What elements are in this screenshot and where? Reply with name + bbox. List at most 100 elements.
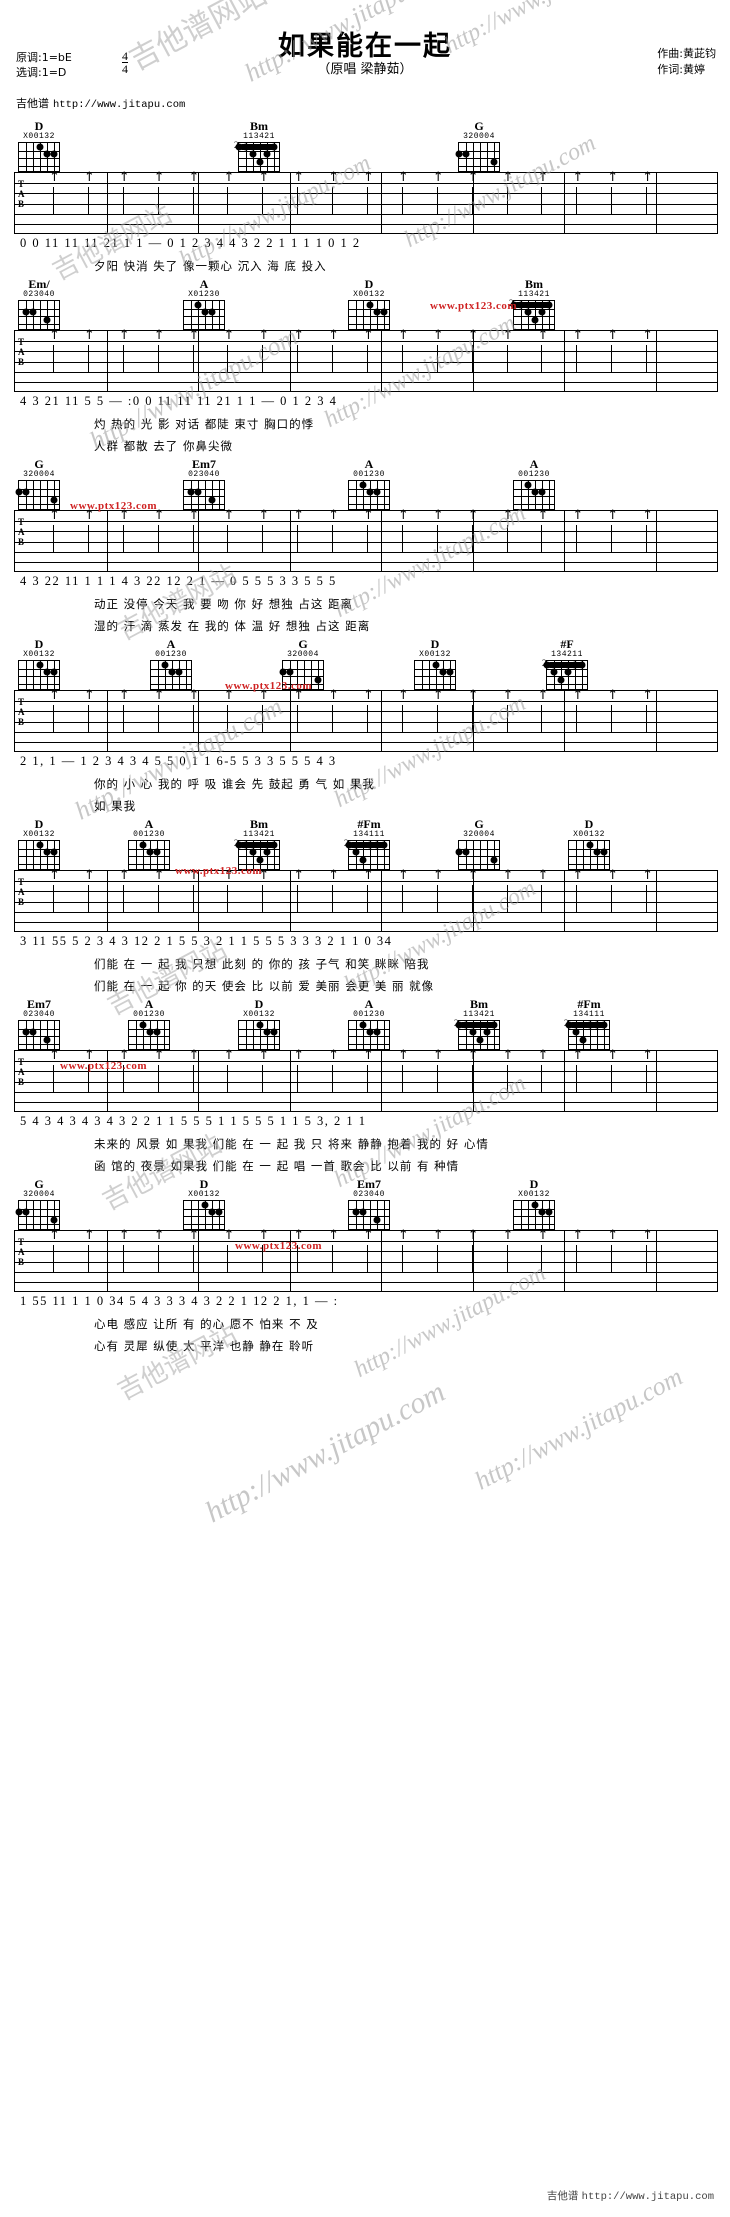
- strum-arrow: ↑: [432, 868, 444, 883]
- strum-arrow: ↑: [153, 1228, 165, 1243]
- chord-fingering: X00132: [419, 650, 451, 659]
- watermark-red-text: www.ptx123.com: [225, 680, 313, 692]
- chord-name: A: [199, 277, 209, 291]
- chord-name: A: [144, 817, 154, 831]
- numbered-notation-row: 0 0 11 11 11 21 1 1 — 0 1 2 3 4 4 3 2 2 …: [14, 234, 718, 256]
- chord-diagram-row: D X00132 Bm 113421 2 G 320004: [0, 120, 730, 172]
- strum-arrow: ↑: [642, 508, 654, 523]
- note-stem: [611, 1065, 613, 1093]
- watermark-red-text: www.ptx123.com: [235, 1240, 323, 1252]
- chord-diagram-A: A 001230: [340, 458, 398, 510]
- lyric-row: 心电 感应 让所 有 的心 愿不 怕来 不 及: [14, 1314, 718, 1336]
- note-stem: [646, 1245, 648, 1273]
- note-stem: [87, 525, 89, 553]
- strum-arrow: ↑: [397, 508, 409, 523]
- strum-arrow: ↑: [328, 328, 340, 343]
- lyric-line-1: 夕阳 快消 失了 像一颗心 沉入 海 底 投入: [94, 259, 327, 273]
- tab-staff-wrapper: T A B ↑ ↑ ↑ ↑ ↑ ↑ ↑ ↑ ↑ ↑ ↑ ↑ ↑ ↑ ↑ ↑ ↑ ↑: [14, 688, 718, 752]
- chord-base-fret: 2: [234, 140, 239, 150]
- chord-diagram-D: D X00132: [175, 1178, 233, 1230]
- tab-staff: T A B ↑ ↑ ↑ ↑ ↑ ↑ ↑ ↑ ↑ ↑ ↑ ↑ ↑ ↑ ↑ ↑ ↑ ↑: [14, 688, 718, 752]
- chord-name: #F: [560, 637, 574, 651]
- chord-diagram-A: A 001230: [142, 638, 200, 690]
- note-stem: [227, 187, 229, 215]
- chord-fretboard: [455, 142, 500, 172]
- note-stem: [122, 705, 124, 733]
- bar-line: [289, 331, 291, 391]
- chord-name: D: [254, 997, 264, 1011]
- note-stem: [53, 187, 54, 215]
- chord-fingering: 113421: [463, 1010, 495, 1019]
- tab-clef-label: TAB: [18, 697, 26, 727]
- note-stem: [262, 187, 264, 215]
- chord-base-fret: 2: [454, 1018, 459, 1028]
- chord-name: G: [34, 1177, 44, 1191]
- chord-name: D: [364, 277, 374, 291]
- lyric-line-1: 未来的 风景 如 果我 们能 在 一 起 我 只 将来 静静 抱着 我的 好 心…: [94, 1137, 489, 1151]
- note-stem: [157, 705, 159, 733]
- numbered-notation-text: 4 3 22 11 1 1 1 4 3 22 12 2 1 — 0 5 5 5 …: [20, 574, 337, 588]
- chord-diagram-Em7: Em7 023040: [340, 1178, 398, 1230]
- note-stem: [297, 1065, 299, 1093]
- system-3: G 320004 Em7 023040 A 001230 A 001230 T A B ↑ ↑ ↑ ↑ ↑ ↑ ↑…: [0, 458, 730, 638]
- chord-fingering: 023040: [23, 290, 55, 299]
- chord-fingering: X01230: [188, 290, 220, 299]
- strum-arrow: ↑: [188, 688, 200, 703]
- chord-diagram-Bm: Bm 113421 2: [450, 998, 508, 1050]
- strum-arrow: ↑: [537, 508, 549, 523]
- note-stem: [506, 345, 508, 373]
- strum-arrow: ↑: [153, 328, 165, 343]
- site-logo: 吉他谱 http://www.jitapu.com: [16, 95, 185, 111]
- strum-arrow: ↑: [153, 688, 165, 703]
- note-stem: [436, 1245, 438, 1273]
- strum-arrow: ↑: [397, 170, 409, 185]
- chord-diagram-A: A 001230: [120, 998, 178, 1050]
- chord-name: A: [364, 457, 374, 471]
- chord-name: Bm: [525, 277, 543, 291]
- note-stem: [192, 885, 194, 913]
- chord-diagram-Em7: Em7 023040: [10, 998, 68, 1050]
- note-stem: [192, 525, 194, 553]
- lyric-line-2: 函 馆的 夜景 如果我 们能 在 一 起 唱 一首 歌会 比 以前 有 种情: [94, 1159, 460, 1173]
- note-stem: [611, 345, 613, 373]
- bar-line: [381, 511, 383, 571]
- note-stem: [436, 885, 438, 913]
- strum-arrow: ↑: [432, 1048, 444, 1063]
- chord-fretboard: [348, 1020, 390, 1050]
- bar-line: [106, 1231, 108, 1291]
- chord-fretboard: [18, 840, 60, 870]
- chord-fingering: X00132: [23, 830, 55, 839]
- note-stem: [332, 705, 334, 733]
- chord-fretboard: [15, 1200, 60, 1230]
- strum-arrow: ↑: [153, 868, 165, 883]
- strum-arrow: ↑: [607, 688, 619, 703]
- bar-line: [381, 331, 383, 391]
- site-url: http://www.jitapu.com: [53, 99, 186, 111]
- chord-name: D: [529, 1177, 539, 1191]
- bar-line: [289, 511, 291, 571]
- lyric-line-2: 心有 灵犀 纵使 太 平洋 也静 静在 聆听: [94, 1339, 315, 1353]
- bar-line: [381, 173, 383, 233]
- note-stem: [401, 345, 403, 373]
- strum-arrow: ↑: [607, 508, 619, 523]
- watermark-red-text: www.ptx123.com: [70, 500, 158, 512]
- chord-diagram-Em: Em/023040: [10, 278, 68, 330]
- strum-arrow: ↑: [363, 688, 374, 703]
- key-info: 原调:1=bE 选调:1=D: [16, 50, 72, 80]
- note-stem: [646, 525, 648, 553]
- note-stem: [541, 345, 543, 373]
- chord-fretboard: [348, 300, 390, 330]
- strum-arrow: ↑: [328, 1048, 340, 1063]
- chord-name: #Fm: [357, 817, 381, 831]
- strum-arrow: ↑: [293, 508, 305, 523]
- note-stem: [576, 1245, 578, 1273]
- strum-arrow: ↑: [153, 1048, 165, 1063]
- bar-line: [106, 331, 108, 391]
- chord-fingering: X00132: [353, 290, 385, 299]
- note-stem: [87, 885, 89, 913]
- watermark-red-text: www.ptx123.com: [430, 300, 518, 312]
- strum-arrow: ↑: [293, 328, 305, 343]
- chord-diagram-D: D X00132: [560, 818, 618, 870]
- strum-arrow: ↑: [642, 868, 654, 883]
- tab-staff-wrapper: T A B ↑ ↑ ↑ ↑ ↑ ↑ ↑ ↑ ↑ ↑ ↑ ↑ ↑ ↑ ↑ ↑ ↑ ↑: [14, 868, 718, 932]
